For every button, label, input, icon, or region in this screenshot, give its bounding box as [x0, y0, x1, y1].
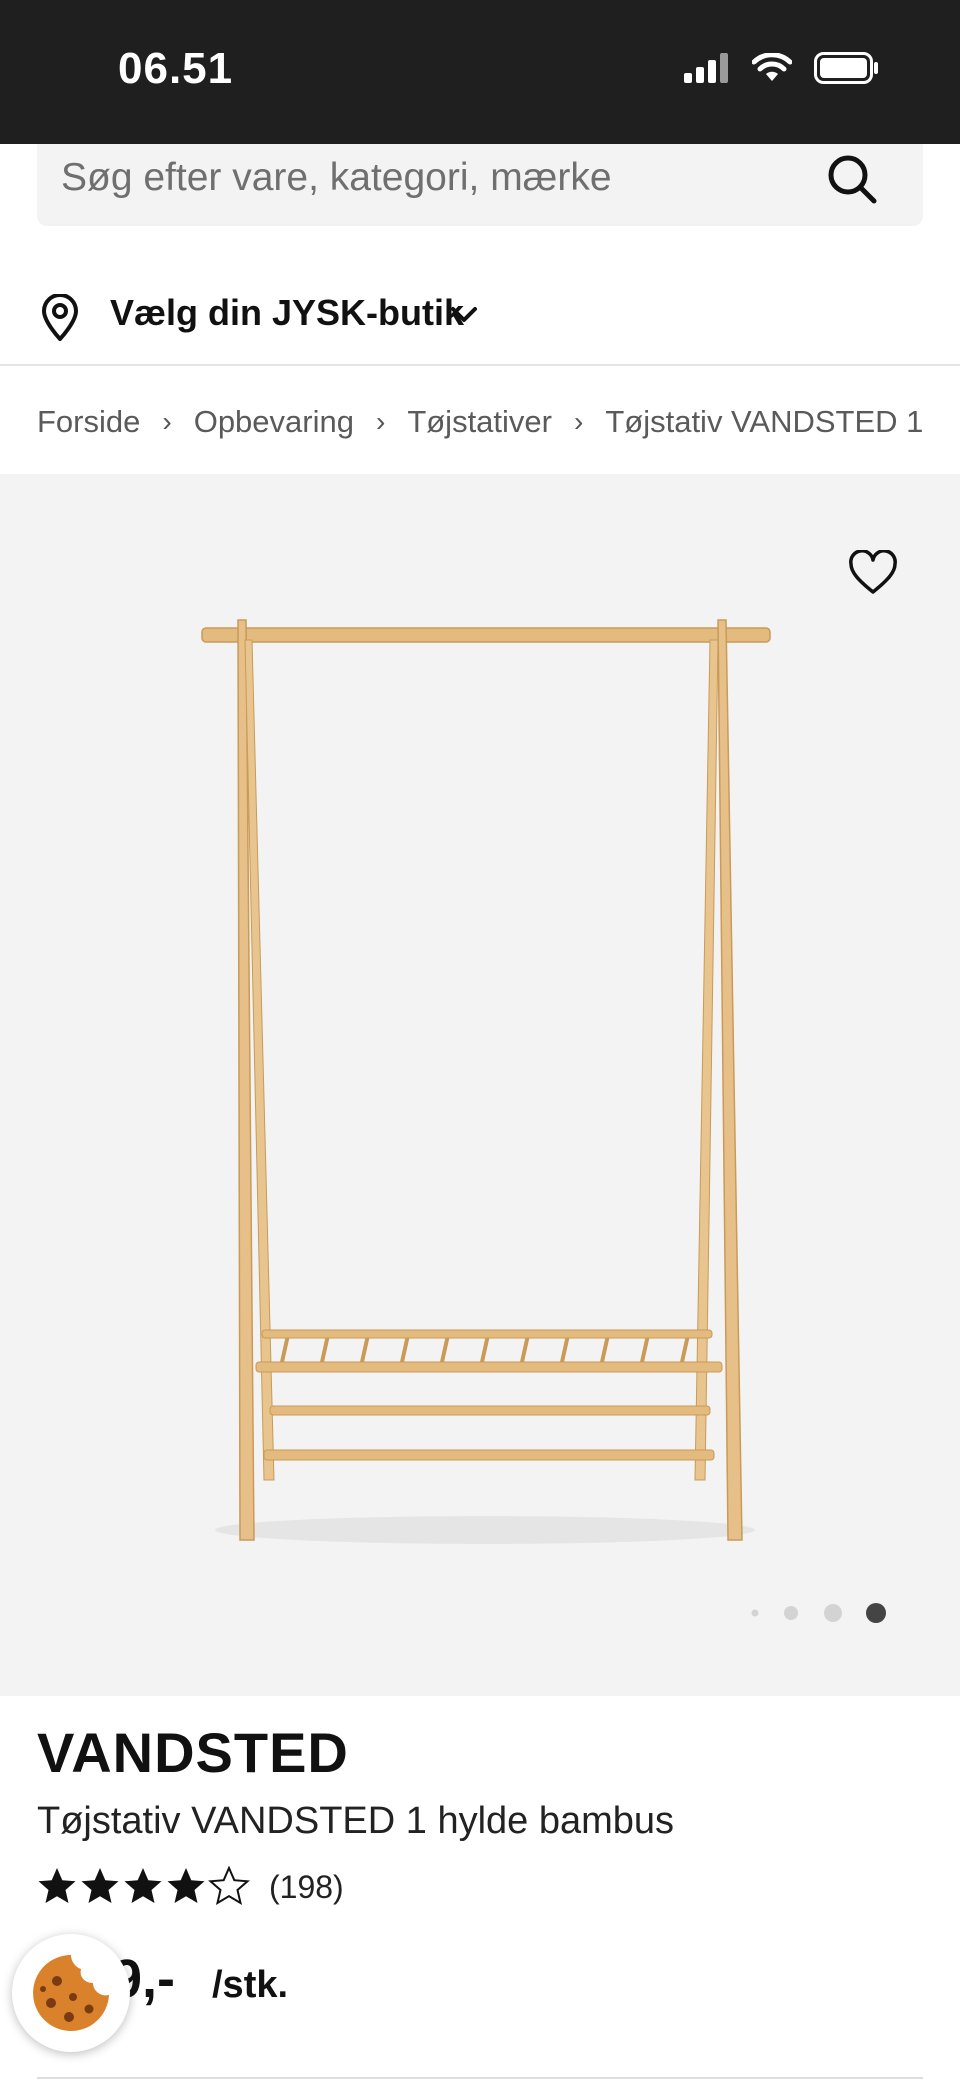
- product-brand: VANDSTED: [37, 1721, 349, 1784]
- divider: [37, 2077, 923, 2079]
- breadcrumb-item-current: Tøjstativ VANDSTED 1 hylde bambus: [605, 404, 923, 439]
- rating-stars-icon: [38, 1867, 249, 1904]
- location-pin-icon: [42, 294, 78, 341]
- product-image-clothes-rack: [201, 619, 771, 1544]
- breadcrumb-separator: ›: [574, 406, 584, 437]
- price-unit: /stk.: [212, 1964, 289, 2006]
- breadcrumb-separator: ›: [162, 406, 172, 437]
- chevron-down-icon: [451, 307, 477, 322]
- product-rating[interactable]: (198): [37, 1866, 344, 1908]
- search-placeholder: Søg efter vare, kategori, mærke: [61, 156, 612, 199]
- gallery-dot: [784, 1606, 798, 1620]
- battery-icon: [814, 52, 878, 84]
- gallery-dot: [751, 1609, 759, 1617]
- breadcrumb-item-forside[interactable]: Forside: [37, 404, 140, 440]
- breadcrumb-separator: ›: [375, 406, 386, 437]
- search-icon[interactable]: [825, 152, 879, 206]
- status-bar: 06.51: [0, 0, 960, 144]
- gallery-dot: [824, 1604, 842, 1622]
- breadcrumb-item-tojstativer[interactable]: Tøjstativer: [407, 404, 552, 440]
- review-count: (198): [269, 1868, 344, 1905]
- status-time: 06.51: [118, 44, 234, 93]
- breadcrumb-item-opbevaring[interactable]: Opbevaring: [194, 404, 354, 440]
- breadcrumb: Forside › Opbevaring › Tøjstativer › Tøj…: [37, 400, 923, 444]
- signal-icon: [684, 53, 728, 83]
- search-input[interactable]: Søg efter vare, kategori, mærke: [37, 144, 923, 226]
- product-title: Tøjstativ VANDSTED 1 hylde bambus: [37, 1800, 675, 1842]
- store-selector[interactable]: Vælg din JYSK-butik: [0, 270, 960, 366]
- gallery-dot-active: [866, 1603, 886, 1623]
- gallery-pagination-dots[interactable]: [748, 1600, 898, 1626]
- wifi-icon: [752, 53, 792, 81]
- favorite-heart-icon[interactable]: [848, 550, 898, 596]
- cookie-settings-button[interactable]: [12, 1934, 130, 2052]
- cookie-icon: [33, 1955, 110, 2031]
- store-selector-label: Vælg din JYSK-butik: [110, 292, 465, 333]
- status-icons: [684, 52, 880, 84]
